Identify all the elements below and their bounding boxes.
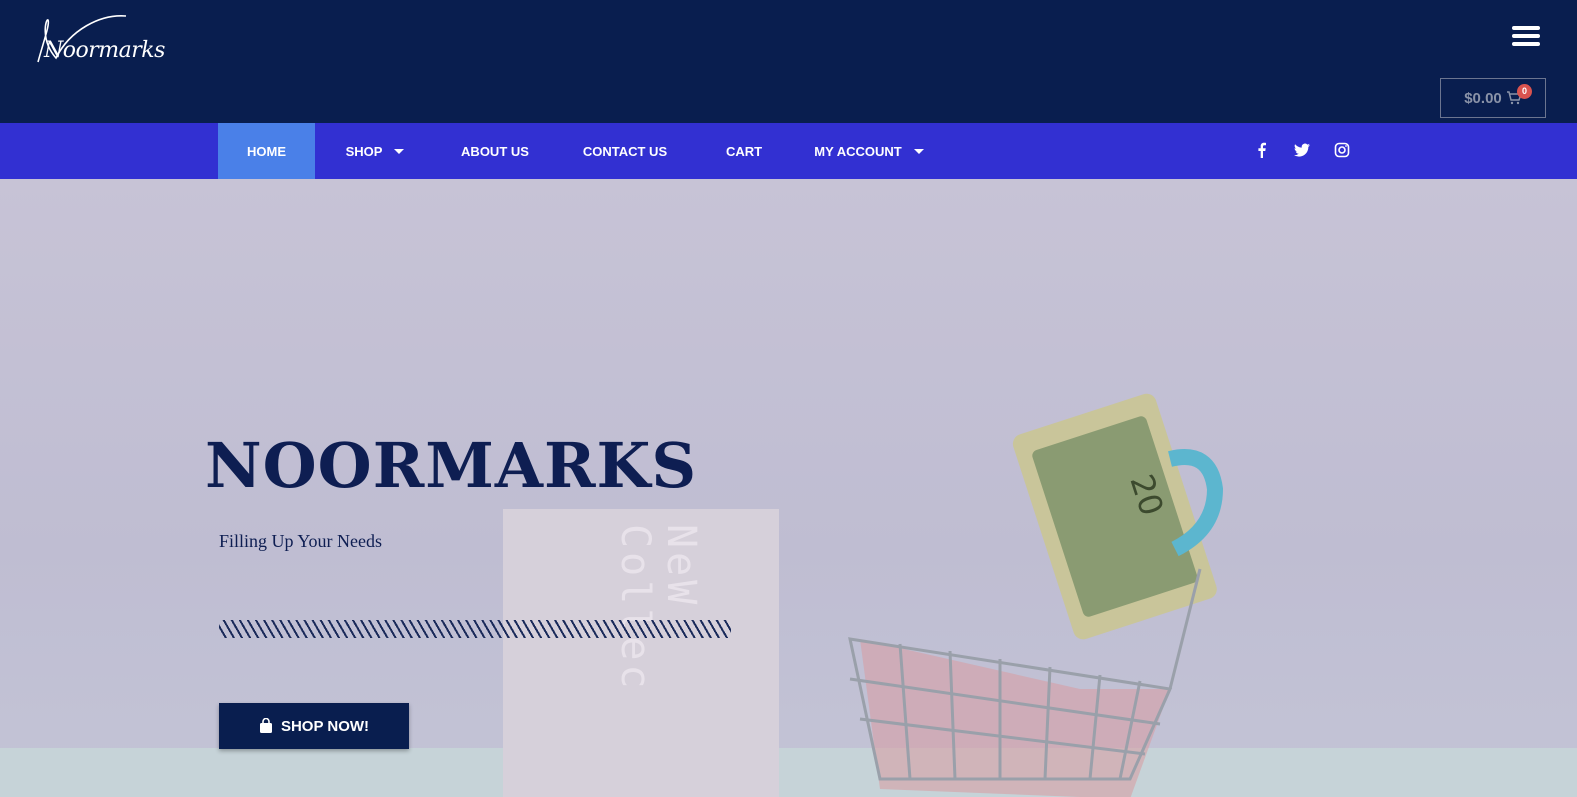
shopping-cart-image: 20 bbox=[848, 393, 1224, 797]
cart-count-badge: 0 bbox=[1517, 84, 1532, 99]
hero-tagline: Filling Up Your Needs bbox=[219, 531, 383, 551]
site-header: Noormarks $0.00 0 bbox=[0, 0, 1577, 123]
twitter-icon[interactable] bbox=[1294, 142, 1310, 158]
nav-label: SHOP bbox=[345, 143, 383, 159]
nav-label: CART bbox=[725, 143, 763, 159]
nav-label: ABOUT US bbox=[461, 143, 529, 159]
nav-shop[interactable]: SHOP bbox=[330, 123, 420, 179]
facebook-icon[interactable] bbox=[1254, 142, 1270, 158]
cart-total: $0.00 bbox=[1464, 89, 1502, 107]
nav-cart[interactable]: CART bbox=[712, 123, 776, 179]
nav-label: HOME bbox=[247, 143, 286, 159]
chevron-down-icon bbox=[394, 148, 405, 154]
nav-home[interactable]: HOME bbox=[218, 123, 315, 179]
nav-my-account[interactable]: MY ACCOUNT bbox=[808, 123, 930, 179]
hero-floor bbox=[0, 748, 1577, 797]
collection-card-text: NeW Collec bbox=[612, 524, 704, 693]
hero-banner: NeW Collec 20 NOORMARKS Filling Up Your … bbox=[0, 179, 1577, 797]
instagram-icon[interactable] bbox=[1334, 142, 1350, 158]
shop-now-label: SHOP NOW! bbox=[280, 717, 370, 735]
logo-text: Noormarks bbox=[44, 38, 165, 63]
mini-cart-button[interactable]: $0.00 0 bbox=[1440, 78, 1546, 118]
hero-brand-title: NOORMARKS bbox=[205, 429, 698, 502]
shop-now-button[interactable]: SHOP NOW! bbox=[219, 703, 409, 749]
nav-about-us[interactable]: ABOUT US bbox=[450, 123, 540, 179]
nav-label: CONTACT US bbox=[582, 143, 668, 159]
menu-icon[interactable] bbox=[1512, 26, 1540, 46]
decorative-divider bbox=[219, 620, 731, 638]
nav-label: MY ACCOUNT bbox=[814, 143, 902, 159]
nav-contact-us[interactable]: CONTACT US bbox=[572, 123, 678, 179]
site-logo[interactable]: Noormarks bbox=[30, 10, 165, 70]
shopping-bag-icon bbox=[259, 718, 272, 733]
chevron-down-icon bbox=[913, 148, 924, 154]
